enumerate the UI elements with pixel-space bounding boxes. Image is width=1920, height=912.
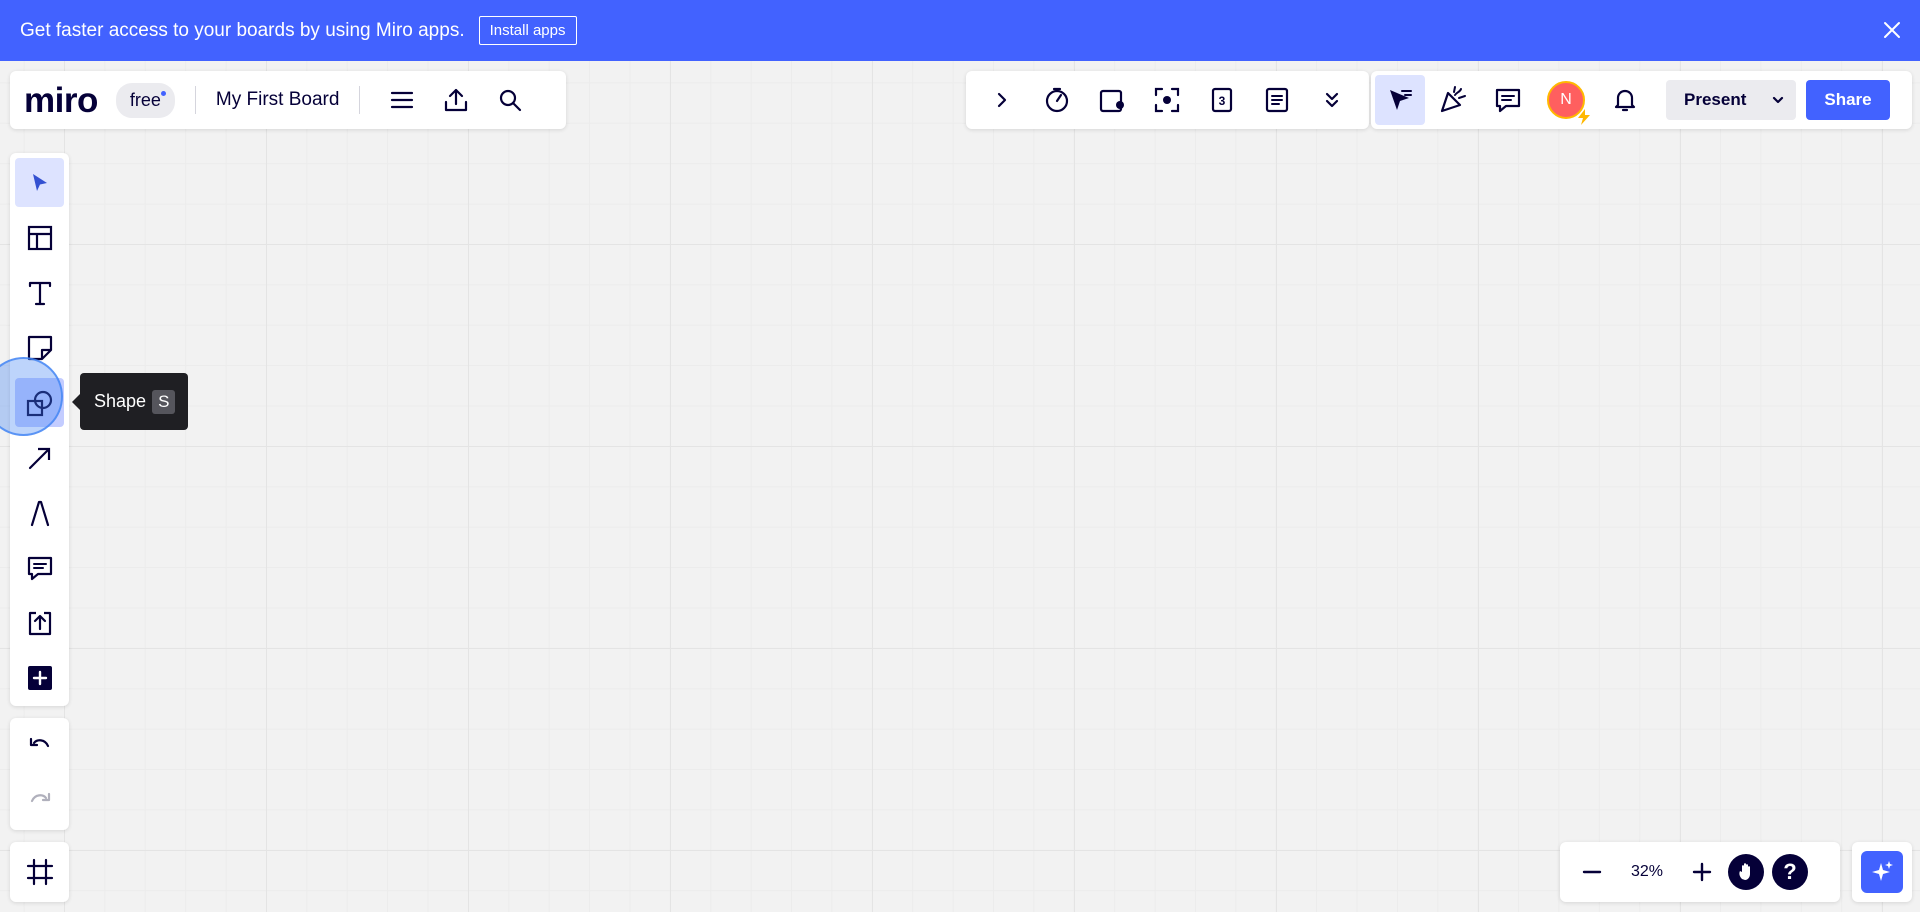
creation-toolbar <box>10 153 69 706</box>
minus-icon <box>1581 861 1603 883</box>
shape-tool[interactable] <box>15 378 64 427</box>
present-button[interactable]: Present <box>1666 90 1760 110</box>
upload-icon <box>26 609 54 637</box>
plus-square-icon <box>27 665 53 691</box>
focus-icon[interactable] <box>1139 78 1194 122</box>
upload-tool[interactable] <box>15 598 64 647</box>
hand-tool-button[interactable] <box>1724 850 1768 894</box>
comment-icon <box>26 554 54 582</box>
lightning-icon <box>1577 109 1591 125</box>
zoom-out-button[interactable] <box>1570 850 1614 894</box>
plus-icon <box>1691 861 1713 883</box>
cursor-arrow-icon <box>28 171 52 195</box>
redo-button[interactable] <box>15 776 64 825</box>
close-icon[interactable] <box>1882 20 1902 40</box>
pen-tool[interactable] <box>15 488 64 537</box>
arrow-line-icon <box>26 444 54 472</box>
redo-icon <box>27 788 53 814</box>
zoom-panel: 32% ? <box>1560 842 1840 902</box>
notes-icon[interactable] <box>1249 78 1304 122</box>
tooltip-label: Shape <box>94 391 147 411</box>
search-icon[interactable] <box>488 78 532 122</box>
shape-tooltip: Shape S <box>72 373 188 430</box>
undo-button[interactable] <box>15 721 64 770</box>
more-apps-tool[interactable] <box>15 653 64 702</box>
templates-tool[interactable] <box>15 213 64 262</box>
template-layout-icon <box>26 224 54 252</box>
notification-dot <box>160 90 166 96</box>
miro-logo[interactable]: miro <box>24 83 98 118</box>
frames-button[interactable] <box>15 847 64 896</box>
board-header-panel: miro free My First Board <box>10 71 566 129</box>
board-title[interactable]: My First Board <box>216 89 340 111</box>
zoom-level[interactable]: 32% <box>1614 863 1680 881</box>
sparkle-icon <box>1861 851 1903 893</box>
countdown-icon[interactable]: 3 <box>1194 78 1249 122</box>
banner-text: Get faster access to your boards by usin… <box>20 19 465 41</box>
divider <box>194 86 196 114</box>
logo-text: miro <box>24 80 98 120</box>
chevron-down-icon[interactable] <box>1760 80 1796 120</box>
user-avatar[interactable]: N <box>1547 81 1590 125</box>
ai-assist-button[interactable] <box>1852 842 1912 902</box>
shape-icon <box>25 388 55 418</box>
app-banner: Get faster access to your boards by usin… <box>0 0 1920 61</box>
sticky-note-tool[interactable] <box>15 323 64 372</box>
history-panel <box>10 718 69 830</box>
comment-tool[interactable] <box>15 543 64 592</box>
collaboration-panel: N Present Share <box>1371 71 1912 129</box>
text-icon <box>26 279 54 307</box>
tooltip-shortcut: S <box>152 389 176 414</box>
timer-icon[interactable] <box>1029 78 1084 122</box>
bell-icon[interactable] <box>1597 78 1652 122</box>
board-tools-panel: 3 <box>966 71 1369 129</box>
menu-icon[interactable] <box>380 78 424 122</box>
svg-text:3: 3 <box>1218 94 1225 108</box>
zoom-in-button[interactable] <box>1680 850 1724 894</box>
avatar-initial: N <box>1560 91 1572 108</box>
reactions-cursor-icon[interactable] <box>1375 75 1425 125</box>
share-button[interactable]: Share <box>1806 80 1890 120</box>
divider <box>359 86 361 114</box>
plan-badge[interactable]: free <box>115 82 175 118</box>
celebrate-icon[interactable] <box>1425 78 1480 122</box>
text-tool[interactable] <box>15 268 64 317</box>
plan-label: free <box>129 89 161 110</box>
select-tool[interactable] <box>15 158 64 207</box>
connection-line-tool[interactable] <box>15 433 64 482</box>
double-chevron-down-icon[interactable] <box>1304 78 1359 122</box>
pen-icon <box>26 499 54 527</box>
chevron-right-icon[interactable] <box>974 78 1029 122</box>
voting-icon[interactable] <box>1084 78 1139 122</box>
hand-icon <box>1728 854 1764 890</box>
help-button[interactable]: ? <box>1768 850 1812 894</box>
frame-icon <box>26 858 54 886</box>
present-group: Present <box>1666 80 1797 120</box>
export-icon[interactable] <box>434 78 478 122</box>
install-apps-button[interactable]: Install apps <box>478 16 577 45</box>
chat-icon[interactable] <box>1480 78 1535 122</box>
sticky-note-icon <box>26 334 54 362</box>
undo-icon <box>27 733 53 759</box>
question-icon: ? <box>1772 854 1808 890</box>
frames-panel <box>10 842 69 902</box>
